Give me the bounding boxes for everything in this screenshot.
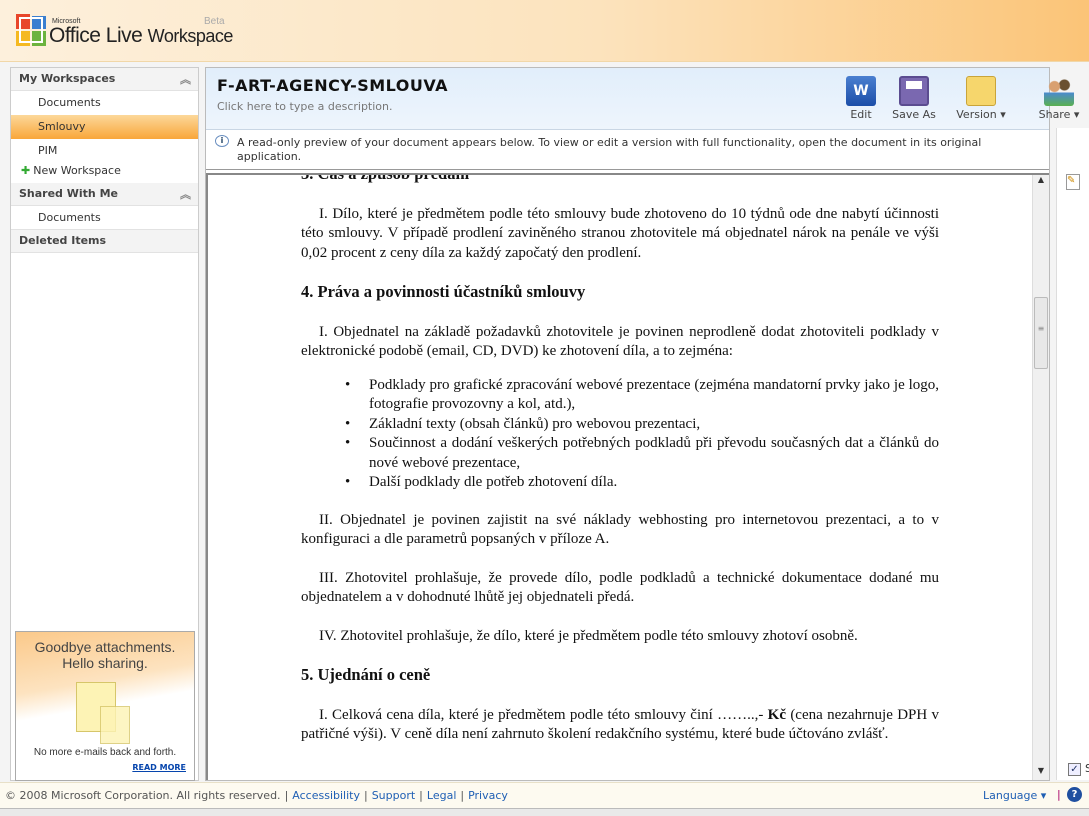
text: I. Celková cena díla, které je předmětem… [319, 706, 764, 723]
list-item: Základní texty (obsah článků) pro webovo… [345, 415, 939, 435]
new-workspace-button[interactable]: ✚ New Workspace [11, 163, 198, 183]
read-only-notice: i A read-only preview of your document ap… [206, 130, 1049, 170]
legal-link[interactable]: Legal [427, 789, 456, 802]
document-preview: 3. Čas a způsob předání I. Dílo, které j… [206, 173, 1049, 780]
collapse-icon[interactable]: ︽ [180, 186, 191, 202]
checkbox[interactable]: ✓ [1068, 763, 1081, 776]
brand-main: Office Live [49, 24, 143, 47]
office-logo-icon [16, 14, 46, 46]
brand-name[interactable]: Office Live Workspace [49, 24, 233, 48]
edit-button[interactable]: W Edit [844, 76, 878, 121]
document-icon [100, 706, 130, 744]
paragraph: I. Dílo, které je předmětem podle této s… [301, 205, 939, 261]
word-icon: W [846, 76, 876, 106]
share-button[interactable]: Share ▾ [1034, 76, 1084, 121]
vertical-scrollbar[interactable]: ▲ ≡ ▼ [1032, 175, 1049, 780]
paragraph: I. Celková cena díla, které je předmětem… [301, 706, 939, 745]
section-label: Deleted Items [19, 234, 107, 247]
sidebar-item-smlouvy[interactable]: Smlouvy [11, 115, 198, 139]
status-bar [0, 808, 1089, 816]
new-workspace-label: New Workspace [33, 164, 121, 177]
support-link[interactable]: Support [372, 789, 415, 802]
scroll-down-icon[interactable]: ▼ [1033, 766, 1049, 780]
document-content: 3. Čas a způsob předání I. Dílo, které j… [301, 173, 939, 764]
save-as-label: Save As [892, 108, 936, 121]
save-icon [899, 76, 929, 106]
promo-headline-1: Goodbye attachments. [34, 639, 176, 655]
plus-icon: ✚ [21, 164, 31, 177]
language-dropdown[interactable]: Language ▾ [983, 789, 1046, 802]
heading-section-4: 4. Práva a povinnosti účastníků smlouvy [301, 282, 586, 301]
list-item: Další podklady dle potřeb zhotovení díla… [345, 473, 939, 493]
read-more-link[interactable]: READ MORE [132, 763, 186, 772]
document-panel: F-ART-AGENCY-SMLOUVA Click here to type … [205, 67, 1079, 781]
section-my-workspaces[interactable]: My Workspaces ︽ [11, 68, 198, 91]
section-label: My Workspaces [19, 72, 116, 85]
heading-section-5: 5. Ujednání o ceně [301, 665, 431, 684]
promo-banner[interactable]: Goodbye attachments. Hello sharing. No m… [15, 631, 195, 781]
version-history-icon [966, 76, 996, 106]
scroll-up-icon[interactable]: ▲ [1033, 175, 1049, 191]
scrollbar-thumb[interactable]: ≡ [1034, 297, 1048, 369]
page-title: F-ART-AGENCY-SMLOUVA [217, 76, 449, 95]
sidebar: My Workspaces ︽ Documents Smlouvy PIM ✚ Ne… [10, 67, 199, 781]
document-titlebar: F-ART-AGENCY-SMLOUVA Click here to type … [206, 68, 1079, 130]
paragraph: II. Objednatel je povinen zajistit na sv… [301, 511, 939, 548]
footer: © 2008 Microsoft Corporation. All rights… [0, 782, 1089, 808]
list-item: Podklady pro grafické zpracování webové … [345, 376, 939, 415]
people-icon [1044, 76, 1074, 106]
edit-note-icon[interactable]: ✎ [1066, 174, 1080, 190]
help-icon[interactable]: ? [1067, 787, 1082, 802]
edit-label: Edit [850, 108, 872, 121]
checkbox-label: S [1085, 762, 1089, 775]
sidebar-item-pim[interactable]: PIM [11, 139, 198, 163]
currency: Kč [767, 706, 786, 723]
sidebar-item-shared-documents[interactable]: Documents [11, 206, 198, 230]
privacy-link[interactable]: Privacy [468, 789, 508, 802]
sidebar-item-documents[interactable]: Documents [11, 91, 198, 115]
paragraph: IV. Zhotovitel prohlašuje, že dílo, kter… [319, 627, 858, 644]
version-button[interactable]: Version ▾ [952, 76, 1010, 121]
bullet-list: Podklady pro grafické zpracování webové … [345, 376, 939, 493]
section-label: Shared With Me [19, 187, 118, 200]
section-deleted-items[interactable]: Deleted Items [11, 230, 198, 253]
section-shared-with-me[interactable]: Shared With Me ︽ [11, 183, 198, 206]
paragraph: III. Zhotovitel prohlašuje, že provede d… [301, 569, 939, 606]
save-as-button[interactable]: Save As [888, 76, 940, 121]
promo-text: No more e-mails back and forth. [33, 747, 177, 758]
heading-section-3: 3. Čas a způsob předání [301, 173, 470, 183]
list-item: Součinnost a dodání veškerých potřebných… [345, 434, 939, 473]
notice-text: A read-only preview of your document app… [237, 136, 982, 163]
brand-workspace: Workspace [147, 26, 234, 46]
collapse-icon[interactable]: ︽ [180, 71, 191, 87]
app-header: Microsoft Office Live Workspace Beta [0, 0, 1089, 62]
version-label: Version ▾ [956, 108, 1006, 121]
info-icon: i [215, 135, 229, 147]
accessibility-link[interactable]: Accessibility [292, 789, 360, 802]
beta-label: Beta [204, 16, 225, 27]
right-panel: ✎ ✓ S [1056, 128, 1089, 780]
divider: | [1057, 788, 1061, 801]
share-label: Share ▾ [1038, 108, 1080, 121]
paragraph: I. Objednatel na základě požadavků zhoto… [301, 323, 939, 360]
promo-headline-2: Hello sharing. [62, 655, 148, 671]
copyright: © 2008 Microsoft Corporation. All rights… [5, 789, 281, 802]
description-field[interactable]: Click here to type a description. [217, 100, 393, 113]
